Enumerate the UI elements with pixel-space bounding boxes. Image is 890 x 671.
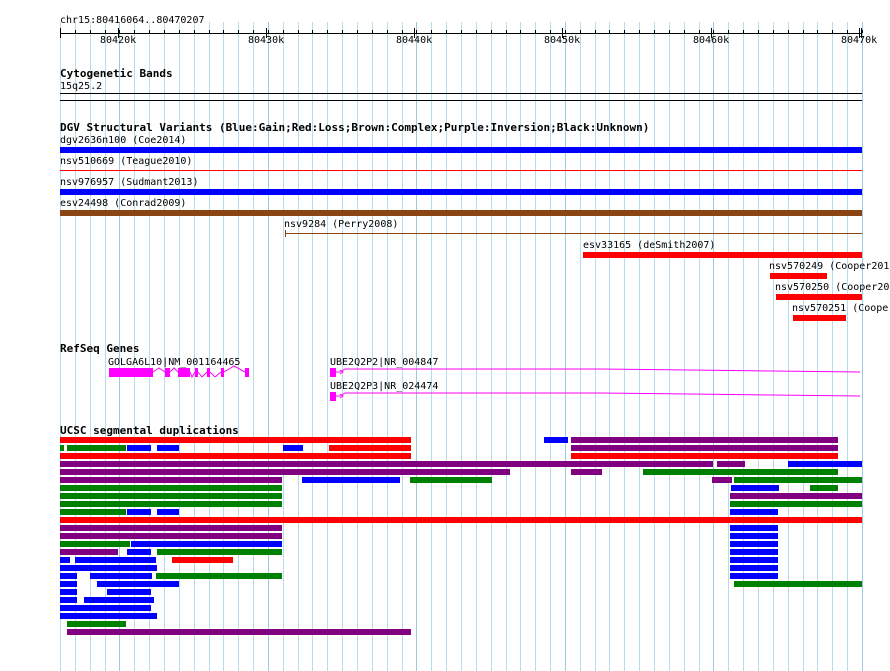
gene-exon[interactable] [245, 368, 249, 377]
segdup-feature[interactable] [60, 469, 510, 475]
segdup-feature[interactable] [730, 557, 778, 563]
segdup-feature[interactable] [60, 445, 64, 451]
segdup-feature[interactable] [60, 517, 862, 523]
segdup-feature[interactable] [302, 477, 400, 483]
segdup-feature[interactable] [717, 461, 745, 467]
gene-exon[interactable] [109, 368, 153, 377]
segdup-feature[interactable] [131, 541, 282, 547]
segdup-feature[interactable] [329, 445, 411, 451]
segdup-feature[interactable] [60, 453, 411, 459]
segdup-feature[interactable] [157, 445, 179, 451]
segdup-feature[interactable] [60, 557, 70, 563]
segdup-feature[interactable] [60, 509, 126, 515]
segdup-feature[interactable] [544, 437, 568, 443]
segdup-feature[interactable] [127, 549, 151, 555]
segdup-feature[interactable] [60, 493, 282, 499]
gene-intron [169, 367, 179, 373]
gene-intron [209, 371, 222, 378]
segdup-feature[interactable] [60, 565, 157, 571]
segdup-feature[interactable] [67, 621, 126, 627]
segdup-feature[interactable] [730, 573, 778, 579]
segdup-feature[interactable] [730, 525, 778, 531]
segdup-feature[interactable] [60, 597, 77, 603]
segdup-feature[interactable] [172, 557, 233, 563]
segdup-feature[interactable] [157, 509, 179, 515]
segdup-feature[interactable] [60, 533, 282, 539]
segdup-feature[interactable] [571, 469, 602, 475]
segdup-feature[interactable] [810, 485, 838, 491]
segdup-feature[interactable] [157, 549, 282, 555]
segdup-feature[interactable] [712, 477, 732, 483]
gene-exon[interactable] [221, 368, 224, 377]
segdup-feature[interactable] [90, 573, 152, 579]
segdup-feature[interactable] [643, 469, 838, 475]
segdup-feature[interactable] [734, 477, 862, 483]
segdup-feature[interactable] [60, 485, 282, 491]
gene-intron [336, 392, 861, 397]
gene-exon[interactable] [330, 392, 336, 401]
gene-intron [152, 367, 166, 373]
segdup-feature[interactable] [730, 509, 778, 515]
segdup-feature[interactable] [60, 589, 77, 595]
segdup-feature[interactable] [67, 445, 126, 451]
segdup-feature[interactable] [127, 445, 151, 451]
segdup-feature[interactable] [410, 477, 492, 483]
gene-intron [189, 371, 196, 379]
segdup-feature[interactable] [730, 533, 778, 539]
segdup-feature[interactable] [60, 549, 118, 555]
segdup-feature[interactable] [788, 461, 862, 467]
gene-exon[interactable] [330, 368, 336, 377]
segdup-feature[interactable] [731, 485, 779, 491]
segdup-feature[interactable] [60, 437, 411, 443]
segdup-feature[interactable] [730, 541, 778, 547]
segdup-feature[interactable] [60, 613, 157, 619]
segdup-feature[interactable] [60, 525, 282, 531]
segdup-feature[interactable] [60, 541, 130, 547]
segdup-feature[interactable] [84, 597, 154, 603]
segdup-feature[interactable] [97, 581, 179, 587]
gene-intron [336, 368, 861, 373]
gene-exon[interactable] [165, 368, 170, 377]
segdup-feature[interactable] [571, 437, 838, 443]
gene-intron [197, 371, 208, 378]
segdup-track-title[interactable]: UCSC segmental duplications [60, 425, 239, 437]
segdup-feature[interactable] [67, 629, 411, 635]
segdup-feature[interactable] [60, 501, 282, 507]
segdup-feature[interactable] [734, 581, 862, 587]
segdup-feature[interactable] [60, 581, 77, 587]
segdup-feature[interactable] [107, 589, 151, 595]
segdup-feature[interactable] [60, 573, 77, 579]
segdup-feature[interactable] [730, 501, 862, 507]
segdup-feature[interactable] [75, 557, 156, 563]
segdup-feature[interactable] [60, 461, 713, 467]
segdup-feature[interactable] [571, 445, 838, 451]
segdup-feature[interactable] [127, 509, 151, 515]
segdup-feature[interactable] [60, 477, 282, 483]
segdup-feature[interactable] [730, 565, 778, 571]
gene-exon[interactable] [178, 368, 190, 377]
segdup-feature[interactable] [60, 605, 151, 611]
segdup-feature[interactable] [571, 453, 838, 459]
genome-browser-canvas: chr15:80416064..80470207 80420k 80430k 804… [0, 0, 890, 671]
gene-exon[interactable] [195, 368, 198, 377]
gene-exon[interactable] [207, 368, 210, 377]
segdup-feature[interactable] [730, 493, 862, 499]
segdup-feature[interactable] [156, 573, 282, 579]
segdup-feature[interactable] [730, 549, 778, 555]
gene-intron [223, 365, 246, 373]
segdup-feature[interactable] [283, 445, 303, 451]
